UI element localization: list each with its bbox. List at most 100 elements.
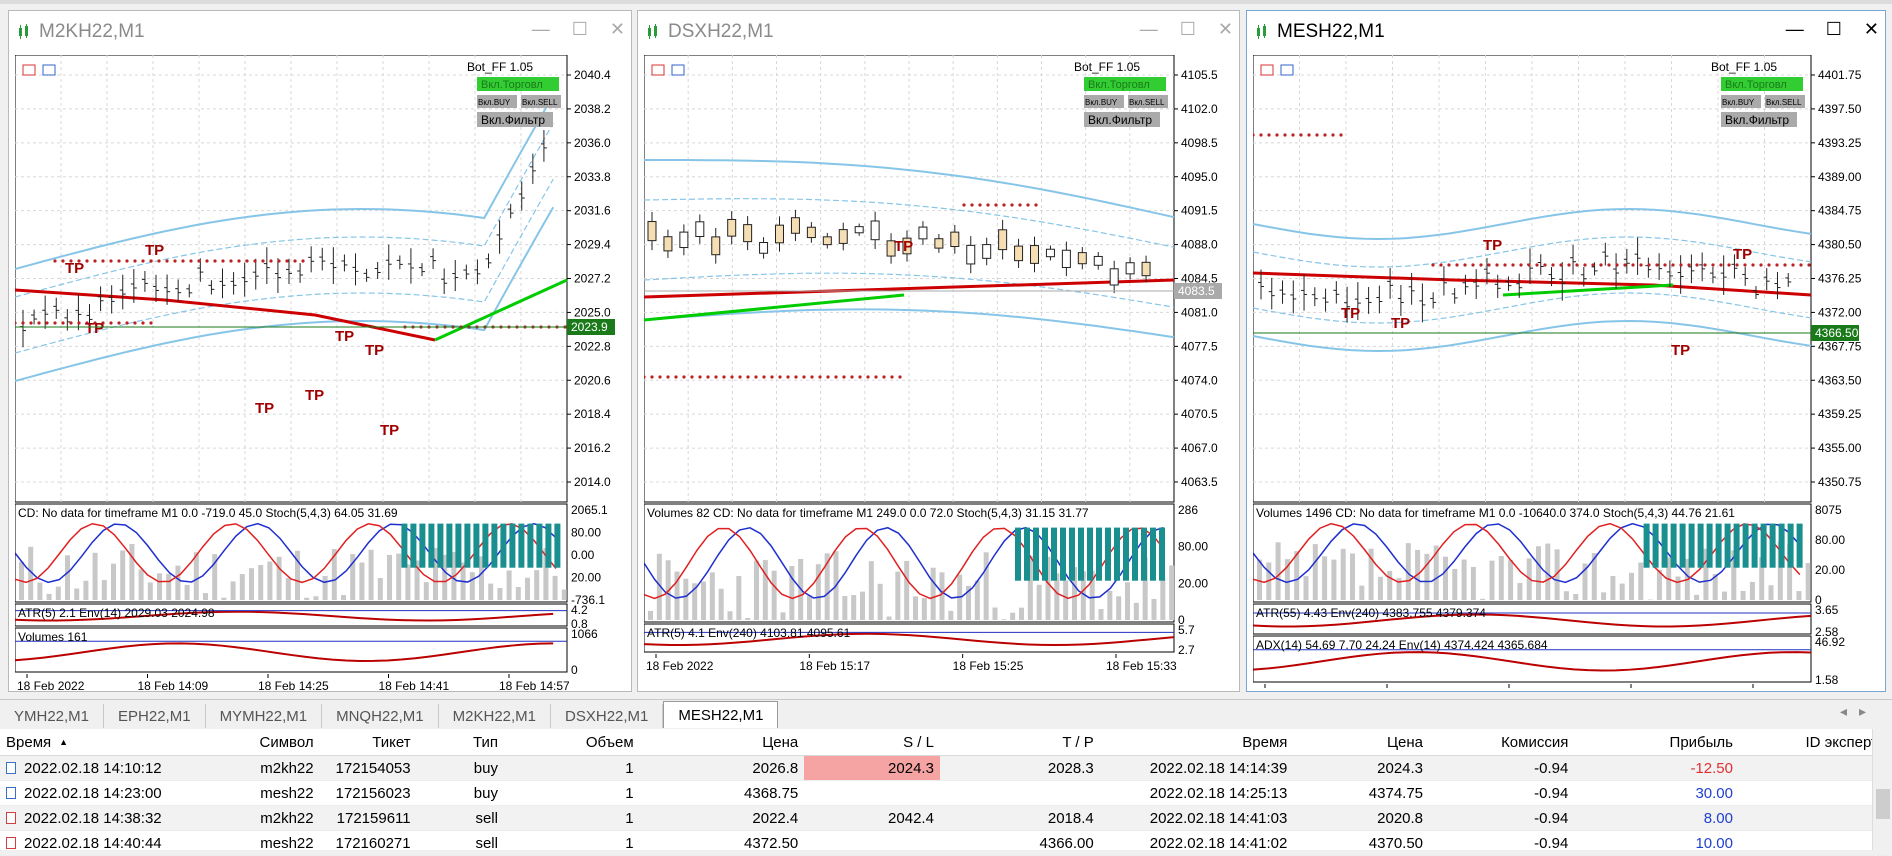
volume-bar [56, 587, 61, 600]
cd-histogram-bar [1150, 528, 1156, 581]
cd-histogram-bar [1015, 528, 1021, 581]
cell-commission: -0.94 [1429, 781, 1574, 805]
column-header[interactable]: T / P [940, 729, 1100, 755]
cell-price: 4372.50 [640, 831, 805, 855]
window-titlebar[interactable]: DSXH22,M1 — ☐ ✕ [638, 11, 1239, 53]
volume-bar [736, 576, 741, 620]
volume-bar [887, 617, 892, 620]
volume-bar [1638, 563, 1643, 600]
volume-bar [102, 580, 107, 600]
chart-window-dsxh22[interactable]: DSXH22,M1 — ☐ ✕ 4105.54102.04098.54095.040… [637, 10, 1240, 692]
maximize-icon[interactable]: ☐ [572, 19, 588, 40]
table-row[interactable]: 2022.02.18 14:23:00mesh22172156023buy143… [0, 781, 1892, 806]
volume-bar [851, 595, 856, 620]
volume-bar [984, 552, 989, 620]
column-header[interactable]: Тип [417, 729, 504, 755]
level-dot [1010, 203, 1013, 206]
indicator-scale-label: 2.7 [1178, 643, 1195, 657]
cd-histogram-bar [1078, 528, 1084, 581]
column-header[interactable]: Цена [1293, 729, 1429, 755]
tab-eph22-m1[interactable]: EPH22,M1 [104, 704, 206, 728]
minimize-icon[interactable]: — [1140, 19, 1158, 40]
volume-bar [1806, 563, 1811, 600]
cd-histogram-bar [536, 524, 542, 568]
table-row[interactable]: 2022.02.18 14:40:44mesh22172160271sell14… [0, 831, 1892, 856]
chart-window-m2kh22[interactable]: M2KH22,M1 —☐✕ 2040.42038.22036.02033.820… [8, 10, 632, 692]
table-row[interactable]: 2022.02.18 14:38:32m2kh22172159611sell12… [0, 806, 1892, 831]
tab-mymh22-m1[interactable]: MYMH22,M1 [206, 704, 323, 728]
maximize-icon[interactable]: ☐ [1826, 19, 1842, 40]
minimize-icon[interactable]: — [532, 19, 550, 40]
volume-bar [1564, 591, 1569, 600]
tab-mnqh22-m1[interactable]: MNQH22,M1 [322, 704, 439, 728]
close-icon[interactable]: ✕ [1218, 19, 1233, 40]
table-row[interactable]: 2022.02.18 14:10:12m2kh22172154053buy120… [0, 756, 1892, 781]
level-dot [1623, 263, 1626, 266]
cd-histogram-bar [1069, 528, 1075, 581]
level-dot [794, 375, 797, 378]
indicator-scale-label: 80.00 [1178, 540, 1208, 554]
table-header: Время▲СимволТикетТипОбъемЦенаS / LT / PВ… [0, 729, 1892, 756]
cell-close-time: 2022.02.18 14:25:13 [1100, 781, 1294, 805]
column-header[interactable]: Время▲ [0, 729, 184, 755]
column-header[interactable]: Время [1100, 729, 1294, 755]
candle-body [839, 230, 847, 244]
chart-canvas[interactable]: 4401.754397.504393.254389.004384.754380.… [1253, 55, 1879, 691]
volume-bar [1019, 608, 1024, 620]
volume-bar [1462, 560, 1467, 600]
tab-ymh22-m1[interactable]: YMH22,M1 [0, 704, 104, 728]
candle-body [999, 230, 1007, 250]
minimize-icon[interactable]: — [1786, 19, 1804, 40]
level-dot [125, 259, 128, 262]
price-tick-label: 4098.5 [1181, 136, 1218, 150]
tab-m2kh22-m1[interactable]: M2KH22,M1 [439, 704, 551, 728]
level-dot [818, 375, 821, 378]
tab-mesh22-m1[interactable]: MESH22,M1 [663, 701, 778, 728]
close-icon[interactable]: ✕ [610, 19, 625, 40]
tab-dsxh22-m1[interactable]: DSXH22,M1 [551, 704, 663, 728]
level-dot [245, 259, 248, 262]
volume-bar [895, 572, 900, 620]
column-header[interactable]: Цена [640, 729, 805, 755]
close-icon[interactable]: ✕ [1864, 19, 1879, 40]
cell-expert [1739, 781, 1892, 805]
level-dot [69, 321, 72, 324]
scrollbar-thumb[interactable] [1876, 789, 1890, 819]
column-header[interactable]: Комиссия [1429, 729, 1574, 755]
window-title: DSXH22,M1 [668, 21, 774, 43]
indicator-caption: ATR(55) 4.43 Env(240) 4383.755 4379.374 [1256, 606, 1486, 620]
chart-window-mesh22[interactable]: MESH22,M1 —☐✕ 4401.754397.504393.254389.… [1246, 10, 1886, 692]
level-dot [1034, 203, 1037, 206]
level-dot [1315, 133, 1318, 136]
tab-scroll-arrows[interactable]: ◂▸ [1840, 703, 1878, 720]
price-tick-label: 4401.75 [1818, 68, 1862, 82]
chart-canvas[interactable]: 4105.54102.04098.54095.04091.54088.04084… [644, 55, 1233, 691]
volume-bar [148, 582, 153, 600]
column-header[interactable]: Прибыль [1574, 729, 1739, 755]
price-tick-label: 4088.0 [1181, 238, 1218, 252]
candle-body [935, 239, 943, 248]
ea-trade-label: Вкл.Торговл [1088, 79, 1150, 91]
table-scrollbar[interactable] [1872, 729, 1892, 850]
level-dot [85, 259, 88, 262]
window-titlebar[interactable]: MESH22,M1 —☐✕ [1247, 11, 1885, 53]
chart-canvas[interactable]: 2040.42038.22036.02033.82031.62029.42027… [15, 55, 625, 691]
window-titlebar[interactable]: M2KH22,M1 —☐✕ [9, 11, 631, 53]
column-header[interactable]: ID эксперта [1739, 729, 1892, 755]
cell-commission: -0.94 [1429, 806, 1574, 830]
cell-sl: 2042.4 [804, 806, 940, 830]
ea-trade-label: Вкл.Торговл [481, 79, 543, 91]
column-header[interactable]: S / L [804, 729, 940, 755]
maximize-icon[interactable]: ☐ [1180, 19, 1196, 40]
level-dot [213, 259, 216, 262]
column-header[interactable]: Тикет [320, 729, 417, 755]
level-dot [61, 321, 64, 324]
volume-bar [1169, 565, 1174, 620]
column-header[interactable]: Объем [504, 729, 640, 755]
cd-histogram-bar [1662, 524, 1668, 568]
column-header-label: Тикет [372, 734, 410, 751]
level-dot [978, 203, 981, 206]
level-dot [962, 203, 965, 206]
column-header[interactable]: Символ [184, 729, 320, 755]
level-dot [1583, 263, 1586, 266]
